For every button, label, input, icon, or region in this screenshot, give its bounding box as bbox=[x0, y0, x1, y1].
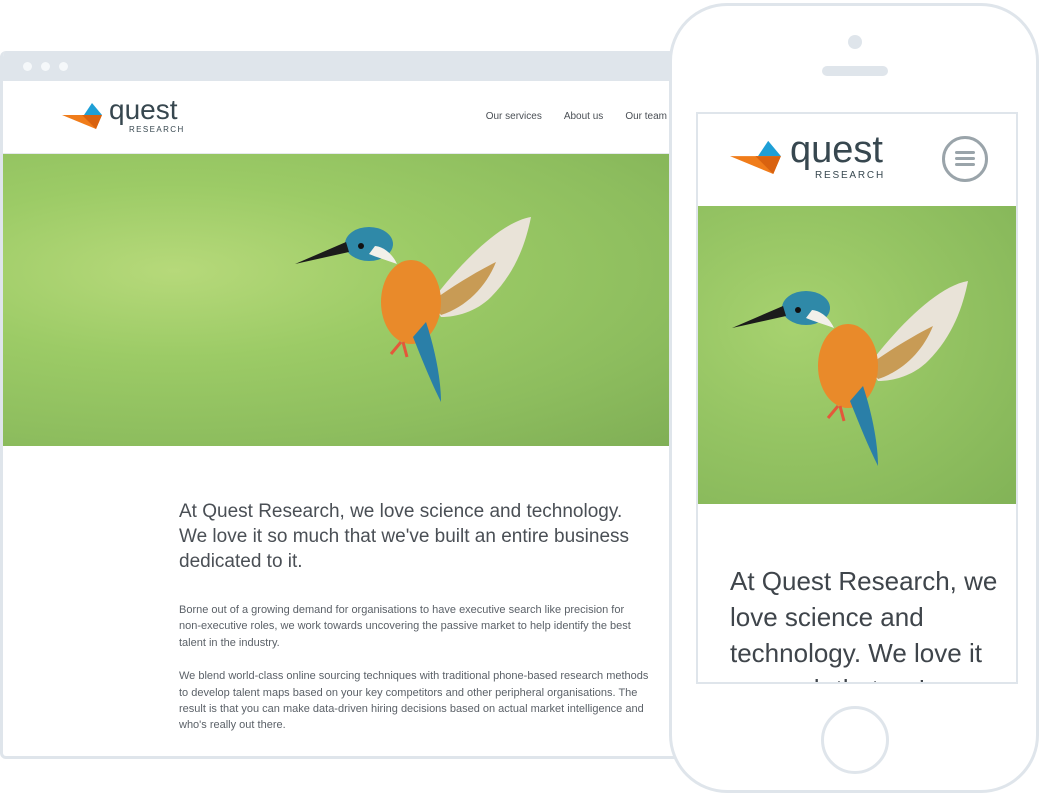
mobile-screen: quest RESEARCH At Quest Research, we lov… bbox=[696, 112, 1018, 684]
logo-word: quest bbox=[790, 129, 883, 171]
site-header: quest RESEARCH Our services About us Our… bbox=[3, 81, 687, 154]
kingfisher-image bbox=[732, 281, 968, 466]
intro-content: At Quest Research, we love science and t… bbox=[179, 499, 649, 751]
desktop-browser-window: quest RESEARCH Our services About us Our… bbox=[0, 51, 690, 759]
logo-word: quest bbox=[109, 94, 178, 125]
mobile-hero-image bbox=[698, 206, 1016, 504]
window-dot-icon bbox=[59, 62, 68, 71]
mobile-phone-frame: quest RESEARCH At Quest Research, we lov… bbox=[669, 3, 1039, 793]
intro-paragraph: Borne out of a growing demand for organi… bbox=[179, 604, 631, 649]
mobile-intro-lead: At Quest Research, we love science and t… bbox=[730, 566, 998, 682]
browser-title-bar bbox=[3, 51, 687, 81]
nav-our-services[interactable]: Our services bbox=[486, 111, 542, 122]
intro-lead: At Quest Research, we love science and t… bbox=[179, 501, 630, 572]
camera-icon bbox=[848, 35, 862, 49]
hamburger-menu-icon[interactable] bbox=[942, 136, 988, 182]
quest-research-logo[interactable]: quest RESEARCH bbox=[730, 130, 890, 182]
logo-bird-icon bbox=[730, 140, 781, 174]
window-dot-icon bbox=[41, 62, 50, 71]
logo-subtitle: RESEARCH bbox=[129, 125, 185, 134]
mobile-header: quest RESEARCH bbox=[698, 114, 1016, 206]
logo-subtitle: RESEARCH bbox=[815, 170, 885, 181]
window-dot-icon bbox=[23, 62, 32, 71]
logo-bird-icon bbox=[62, 103, 102, 129]
kingfisher-image bbox=[295, 217, 531, 402]
home-button[interactable] bbox=[821, 706, 889, 774]
hero-image bbox=[3, 154, 687, 446]
nav-our-team[interactable]: Our team bbox=[625, 111, 667, 122]
speaker-grille bbox=[822, 66, 888, 76]
main-nav: Our services About us Our team bbox=[486, 111, 667, 122]
nav-about-us[interactable]: About us bbox=[564, 111, 603, 122]
intro-paragraph: We blend world-class online sourcing tec… bbox=[179, 670, 649, 732]
quest-research-logo[interactable]: quest RESEARCH bbox=[62, 95, 185, 135]
